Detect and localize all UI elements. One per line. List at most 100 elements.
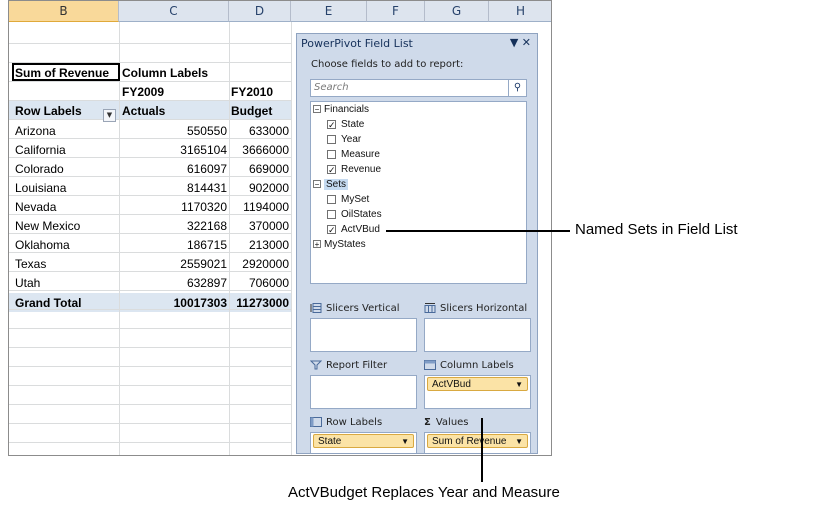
- column-header-c[interactable]: C: [119, 1, 229, 22]
- expand-icon[interactable]: +: [313, 240, 321, 249]
- budget-value-cell[interactable]: 3666000: [229, 141, 289, 159]
- report-filter-drop-zone[interactable]: [310, 375, 417, 409]
- row-label-cell[interactable]: New Mexico: [15, 217, 80, 235]
- row-labels-icon: [310, 417, 322, 427]
- tree-node-financials[interactable]: − Financials: [313, 103, 369, 117]
- budget-value-cell[interactable]: 1194000: [229, 198, 289, 216]
- tree-node-mystates[interactable]: + MyStates: [313, 238, 366, 252]
- field-myset[interactable]: MySet: [327, 193, 369, 207]
- field-year[interactable]: Year: [327, 133, 361, 147]
- checkbox-state-checked-icon[interactable]: ✓: [327, 119, 336, 129]
- slicers-horizontal-drop-zone[interactable]: [424, 318, 531, 352]
- actuals-value-cell[interactable]: 1170320: [119, 198, 227, 216]
- column-header-e[interactable]: E: [291, 1, 367, 22]
- column-header-h[interactable]: H: [489, 1, 551, 22]
- fy2009-header[interactable]: FY2009: [122, 83, 164, 101]
- checkbox-revenue-checked-icon[interactable]: ✓: [327, 164, 336, 174]
- choose-fields-label: Choose fields to add to report:: [311, 59, 464, 70]
- values-zone-label: Σ Values: [424, 417, 469, 428]
- grid-row-line: [9, 347, 291, 348]
- field-revenue-label: Revenue: [341, 164, 382, 175]
- fy2010-header[interactable]: FY2010: [231, 83, 273, 101]
- column-labels-actvbud-pill[interactable]: ActVBud ▼: [427, 377, 528, 391]
- checkbox-myset-icon[interactable]: [327, 194, 336, 204]
- powerpivot-field-list: PowerPivot Field List ▼ ✕ Choose fields …: [296, 33, 538, 454]
- checkbox-oilstates-icon[interactable]: [327, 209, 336, 219]
- slicers-vertical-label: Slicers Vertical: [310, 303, 400, 314]
- field-state-label: State: [341, 119, 365, 130]
- grand-total-budget[interactable]: 11273000: [229, 294, 289, 312]
- row-label-cell[interactable]: Louisiana: [15, 179, 66, 197]
- actuals-header[interactable]: Actuals: [122, 102, 165, 120]
- slicers-horizontal-label: Slicers Horizontal: [424, 303, 527, 314]
- budget-header[interactable]: Budget: [231, 102, 272, 120]
- checkbox-year-icon[interactable]: [327, 134, 336, 144]
- actuals-value-cell[interactable]: 616097: [119, 160, 227, 178]
- budget-value-cell[interactable]: 370000: [229, 217, 289, 235]
- field-oilstates[interactable]: OilStates: [327, 208, 382, 222]
- callout-line-named-sets: [386, 230, 570, 232]
- field-revenue[interactable]: ✓ Revenue: [327, 163, 381, 177]
- row-labels-filter-button[interactable]: ▼: [103, 109, 116, 122]
- column-header-d[interactable]: D: [229, 1, 291, 22]
- grid-row-line: [9, 442, 291, 443]
- budget-value-cell[interactable]: 902000: [229, 179, 289, 197]
- budget-value-cell[interactable]: 213000: [229, 236, 289, 254]
- field-actvbud[interactable]: ✓ ActVBud: [327, 223, 380, 237]
- grid-row-line: [9, 328, 291, 329]
- row-labels-state-pill[interactable]: State ▼: [313, 434, 414, 448]
- actuals-value-cell[interactable]: 632897: [119, 274, 227, 292]
- financials-label: Financials: [324, 104, 370, 115]
- row-label-cell[interactable]: Texas: [15, 255, 46, 273]
- field-oilstates-label: OilStates: [341, 209, 382, 220]
- checkbox-measure-icon[interactable]: [327, 149, 336, 159]
- callout-replaces: ActVBudget Replaces Year and Measure: [288, 484, 560, 501]
- field-state[interactable]: ✓ State: [327, 118, 364, 132]
- row-label-cell[interactable]: California: [15, 141, 66, 159]
- field-tree: − Financials ✓ State Year Measure ✓ Revenue…: [310, 101, 527, 284]
- chevron-down-icon[interactable]: ▼: [401, 435, 409, 448]
- budget-value-cell[interactable]: 706000: [229, 274, 289, 292]
- actuals-value-cell[interactable]: 322168: [119, 217, 227, 235]
- values-sum-of-revenue-pill[interactable]: Sum of Revenue ▼: [427, 434, 528, 448]
- column-labels-header[interactable]: Column Labels: [122, 64, 208, 82]
- actuals-value-cell[interactable]: 186715: [119, 236, 227, 254]
- row-label-cell[interactable]: Utah: [15, 274, 40, 292]
- row-labels-header[interactable]: Row Labels: [15, 102, 82, 120]
- field-search-input[interactable]: Search ⚲: [310, 79, 527, 97]
- budget-value-cell[interactable]: 633000: [229, 122, 289, 140]
- actuals-value-cell[interactable]: 3165104: [119, 141, 227, 159]
- tree-node-sets[interactable]: − Sets: [313, 178, 349, 192]
- actuals-value-cell[interactable]: 550550: [119, 122, 227, 140]
- collapse-icon[interactable]: −: [313, 180, 321, 189]
- row-label-cell[interactable]: Nevada: [15, 198, 56, 216]
- field-measure[interactable]: Measure: [327, 148, 380, 162]
- grand-total-actuals[interactable]: 10017303: [119, 294, 227, 312]
- chevron-down-icon[interactable]: ▼: [515, 435, 523, 448]
- column-header-g[interactable]: G: [425, 1, 489, 22]
- grid-row-line: [9, 423, 291, 424]
- actuals-value-cell[interactable]: 2559021: [119, 255, 227, 273]
- chevron-down-icon[interactable]: ▼: [515, 378, 523, 391]
- row-label-cell[interactable]: Arizona: [15, 122, 56, 140]
- grand-total-label[interactable]: Grand Total: [15, 294, 81, 312]
- slicers-vertical-drop-zone[interactable]: [310, 318, 417, 352]
- checkbox-actvbud-checked-icon[interactable]: ✓: [327, 224, 336, 234]
- field-list-close-controls[interactable]: ▼ ✕: [510, 36, 531, 49]
- grid-row-line: [9, 366, 291, 367]
- callout-named-sets: Named Sets in Field List: [575, 221, 738, 238]
- search-icon[interactable]: ⚲: [508, 80, 526, 96]
- values-pill-label: Sum of Revenue: [432, 436, 507, 447]
- budget-value-cell[interactable]: 2920000: [229, 255, 289, 273]
- collapse-icon[interactable]: −: [313, 105, 321, 114]
- column-labels-zone-text: Column Labels: [440, 360, 514, 371]
- row-label-cell[interactable]: Colorado: [15, 160, 64, 178]
- row-label-cell[interactable]: Oklahoma: [15, 236, 70, 254]
- column-header-b[interactable]: B: [9, 1, 119, 22]
- grid-row-line: [9, 385, 291, 386]
- column-header-f[interactable]: F: [367, 1, 425, 22]
- budget-value-cell[interactable]: 669000: [229, 160, 289, 178]
- pivot-corner-label[interactable]: Sum of Revenue: [15, 64, 109, 82]
- actuals-value-cell[interactable]: 814431: [119, 179, 227, 197]
- callout-line-replaces: [481, 418, 483, 482]
